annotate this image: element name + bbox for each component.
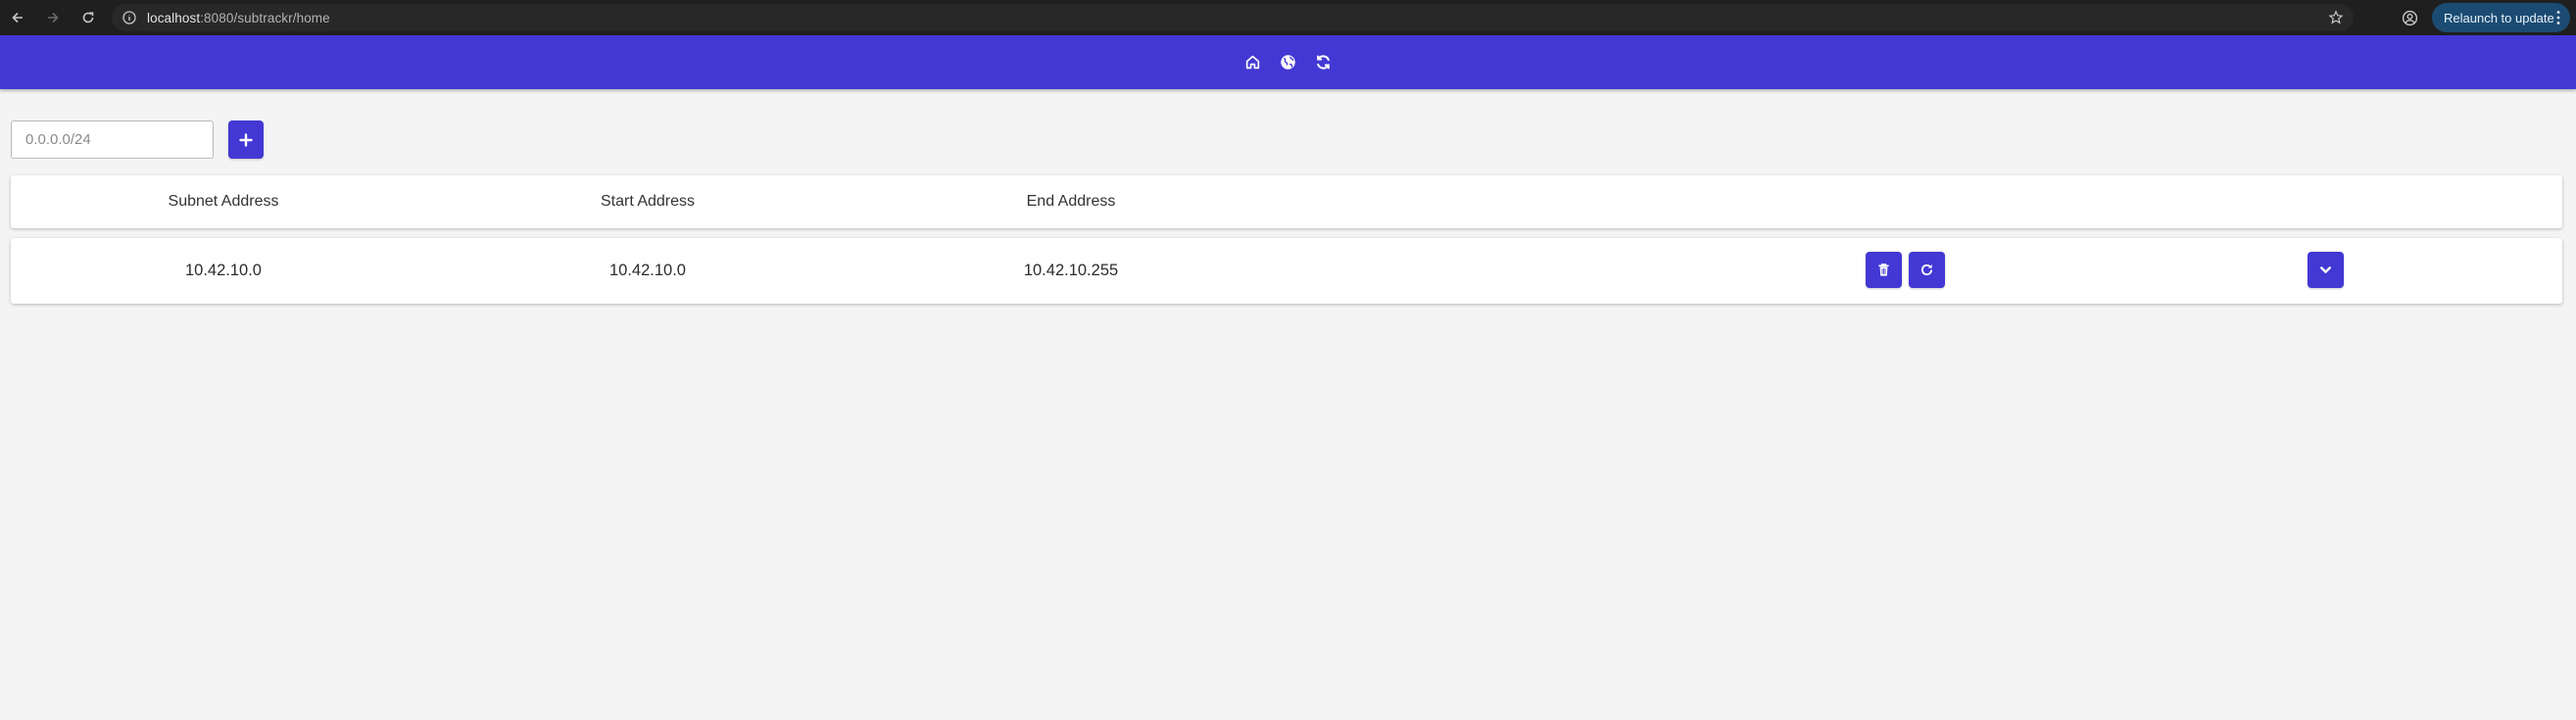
globe-nav-link[interactable]: [1278, 52, 1299, 73]
cell-start-address: 10.42.10.0: [609, 262, 686, 279]
header-end-address: End Address: [1026, 193, 1116, 210]
home-nav-link[interactable]: [1242, 52, 1264, 73]
profile-button[interactable]: [2397, 5, 2422, 30]
bookmark-star-button[interactable]: [2326, 8, 2346, 27]
expand-row-button[interactable]: [2308, 252, 2344, 288]
more-vert-icon: [2556, 11, 2560, 24]
cell-end-address: 10.42.10.255: [1023, 262, 1119, 279]
sync-nav-link[interactable]: [1313, 52, 1335, 73]
arrow-left-icon: [12, 12, 23, 24]
reload-icon: [82, 12, 94, 24]
app-header: [0, 35, 2576, 89]
delete-subnet-button[interactable]: [1866, 252, 1902, 288]
site-info-button[interactable]: [116, 4, 143, 31]
chevron-down-icon: [2320, 266, 2331, 273]
url-host: localhost: [147, 10, 201, 25]
relaunch-label: Relaunch to update: [2444, 10, 2554, 25]
globe-icon: [1281, 55, 1295, 70]
subnet-input[interactable]: [11, 120, 214, 159]
cell-subnet-address: 10.42.10.0: [185, 262, 262, 279]
url-path: :8080/subtrackr/home: [200, 10, 330, 25]
forward-button[interactable]: [35, 0, 71, 35]
header-start-address: Start Address: [600, 193, 696, 210]
sync-icon: [1316, 55, 1331, 70]
browser-toolbar: localhost:8080/subtrackr/home Relaunch t…: [0, 0, 2576, 35]
refresh-subnet-button[interactable]: [1909, 252, 1945, 288]
home-icon: [1245, 55, 1260, 70]
plus-icon: [239, 132, 253, 147]
reload-button[interactable]: [71, 0, 106, 35]
add-subnet-button[interactable]: [228, 120, 264, 159]
address-bar[interactable]: localhost:8080/subtrackr/home: [112, 4, 2354, 31]
url-text[interactable]: localhost:8080/subtrackr/home: [147, 11, 330, 25]
header-subnet-address: Subnet Address: [168, 193, 279, 210]
arrow-right-icon: [48, 12, 59, 24]
info-icon: [122, 11, 136, 24]
relaunch-to-update-button[interactable]: Relaunch to update: [2432, 3, 2570, 32]
trash-icon: [1878, 264, 1889, 276]
back-button[interactable]: [0, 0, 35, 35]
table-header: Subnet Address Start Address End Address: [11, 175, 2562, 228]
table-row: 10.42.10.0 10.42.10.0 10.42.10.255: [11, 238, 2562, 304]
account-circle-icon: [2402, 10, 2417, 25]
star-icon: [2328, 10, 2344, 24]
refresh-icon: [1920, 264, 1933, 276]
